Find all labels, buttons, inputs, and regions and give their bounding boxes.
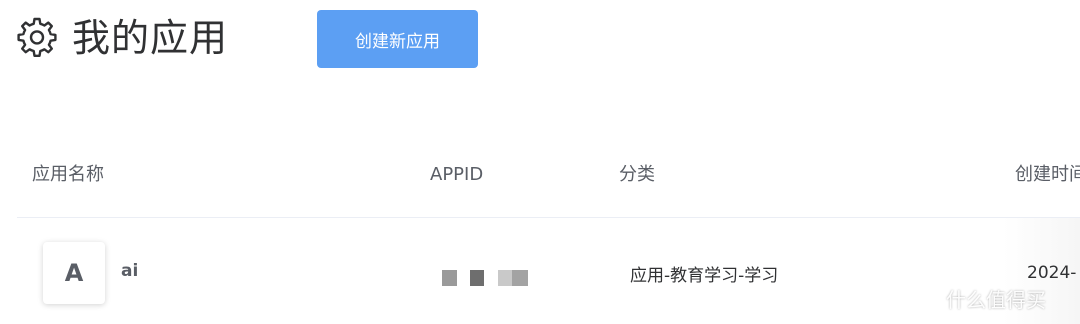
create-app-button[interactable]: 创建新应用 <box>317 10 478 68</box>
column-header-appid: APPID <box>430 164 484 185</box>
smzdm-logo-icon <box>913 285 939 312</box>
app-category: 应用-教育学习-学习 <box>630 266 779 286</box>
page-title: 我的应用 <box>72 16 229 60</box>
app-avatar[interactable]: A <box>43 242 105 304</box>
table-header-divider <box>17 217 1080 218</box>
watermark-text: 什么值得买 <box>946 288 1046 312</box>
gear-icon <box>17 17 57 57</box>
column-header-category: 分类 <box>619 164 655 185</box>
watermark: 什么值得买 <box>912 284 1046 313</box>
app-list-page: 我的应用 创建新应用 应用名称 APPID 分类 创建时间 A ai 应用-教育… <box>0 0 1080 324</box>
app-created-time: 2024- <box>1027 263 1077 283</box>
column-header-created: 创建时间 <box>1015 164 1080 185</box>
appid-masked-value <box>442 270 532 286</box>
app-name[interactable]: ai <box>121 261 138 281</box>
column-header-app-name: 应用名称 <box>32 164 104 185</box>
